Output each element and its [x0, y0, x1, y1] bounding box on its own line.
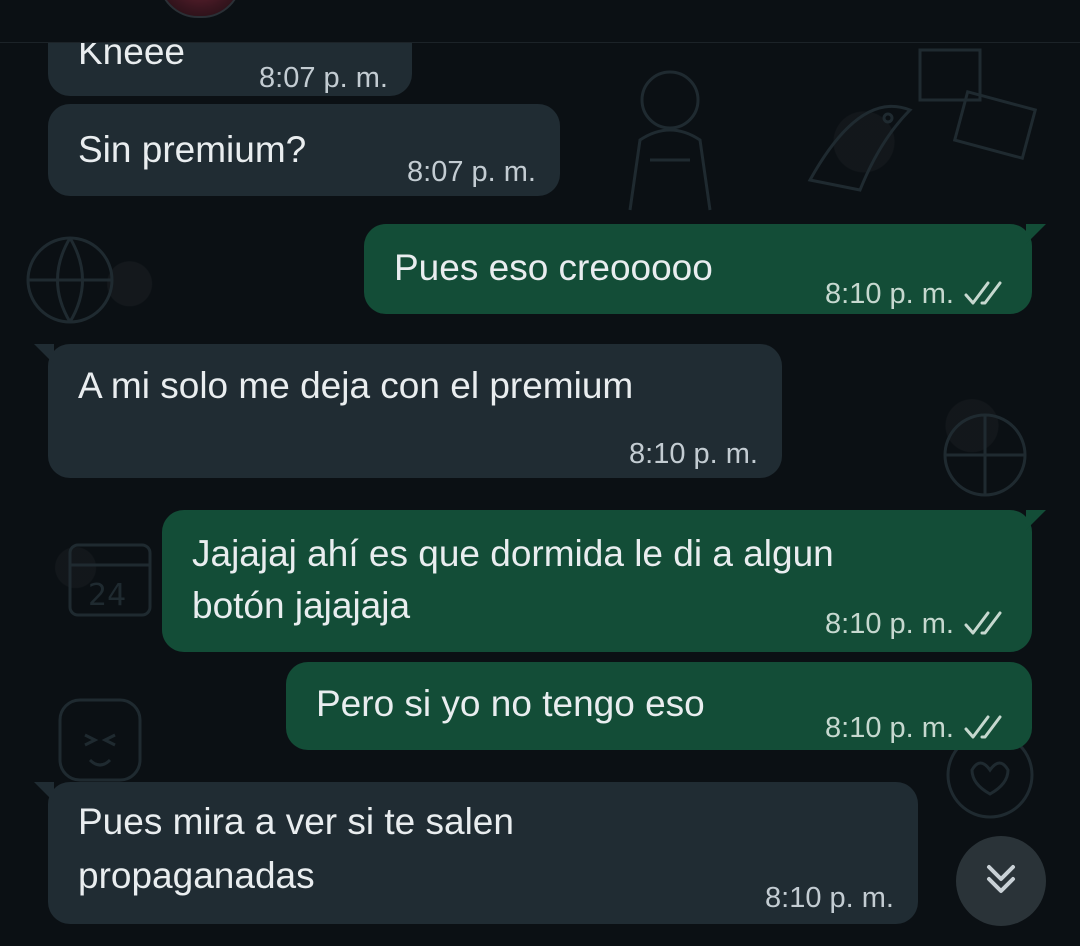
message-meta: 8:10 p. m.: [825, 598, 1008, 650]
chat-header: [0, 0, 1080, 43]
message-text-line-2: botón jajajaja: [192, 585, 411, 626]
message-outgoing[interactable]: Pero si yo no tengo eso 8:10 p. m.: [286, 662, 1032, 750]
message-text-line-2: propaganadas: [78, 855, 315, 896]
doodle-woman-icon: [600, 60, 740, 220]
double-check-icon: [964, 611, 1008, 637]
message-text-line-1: Jajajaj ahí es que dormida le di a algun: [192, 533, 834, 574]
bubble-tail: [34, 782, 54, 802]
message-text: A mi solo me deja con el premium: [78, 365, 634, 406]
message-time: 8:10 p. m.: [825, 278, 954, 310]
message-text: Pues eso creooooo: [394, 247, 713, 288]
chevron-double-down-icon: [981, 859, 1021, 904]
message-text-line-1: Pues mira a ver si te salen: [78, 801, 514, 842]
doodle-ball-icon: [930, 400, 1040, 510]
message-meta: 8:10 p. m.: [825, 268, 1008, 320]
doodle-frame-icon: [900, 40, 1060, 200]
scroll-to-bottom-button[interactable]: [956, 836, 1046, 926]
doodle-calendar-icon: 24: [60, 530, 170, 630]
message-incoming[interactable]: A mi solo me deja con el premium 8:10 p.…: [34, 344, 782, 480]
message-time: 8:07 p. m.: [407, 156, 536, 188]
message-time: 8:10 p. m.: [825, 712, 954, 744]
message-meta: 8:10 p. m.: [629, 428, 758, 480]
bubble-tail: [1026, 510, 1046, 530]
doodle-globe-icon: [10, 220, 130, 340]
chat-screen: 24 Kneee 8:07 p. m. Sin premium? 8:07 p.…: [0, 0, 1080, 946]
message-time: 8:07 p. m.: [259, 62, 388, 94]
message-outgoing[interactable]: Pues eso creooooo 8:10 p. m.: [364, 224, 1046, 314]
doodle-fish-icon: [800, 80, 920, 200]
message-meta: 8:10 p. m.: [765, 872, 894, 924]
message-incoming[interactable]: Sin premium? 8:07 p. m.: [48, 104, 560, 196]
message-meta: 8:07 p. m.: [407, 146, 536, 198]
message-time: 8:10 p. m.: [629, 438, 758, 470]
avatar[interactable]: [158, 0, 242, 18]
message-text: Sin premium?: [78, 129, 307, 170]
message-time: 8:10 p. m.: [825, 608, 954, 640]
bubble-tail: [1026, 224, 1046, 244]
message-outgoing[interactable]: Jajajaj ahí es que dormida le di a algun…: [162, 510, 1046, 652]
double-check-icon: [964, 281, 1008, 307]
svg-text:24: 24: [88, 578, 126, 613]
bubble-tail: [34, 344, 54, 364]
message-time: 8:10 p. m.: [765, 882, 894, 914]
message-incoming[interactable]: Pues mira a ver si te salen propaganadas…: [34, 782, 918, 924]
message-meta: 8:10 p. m.: [825, 702, 1008, 754]
message-text: Pero si yo no tengo eso: [316, 683, 705, 724]
message-meta: 8:07 p. m.: [259, 52, 388, 104]
double-check-icon: [964, 715, 1008, 741]
